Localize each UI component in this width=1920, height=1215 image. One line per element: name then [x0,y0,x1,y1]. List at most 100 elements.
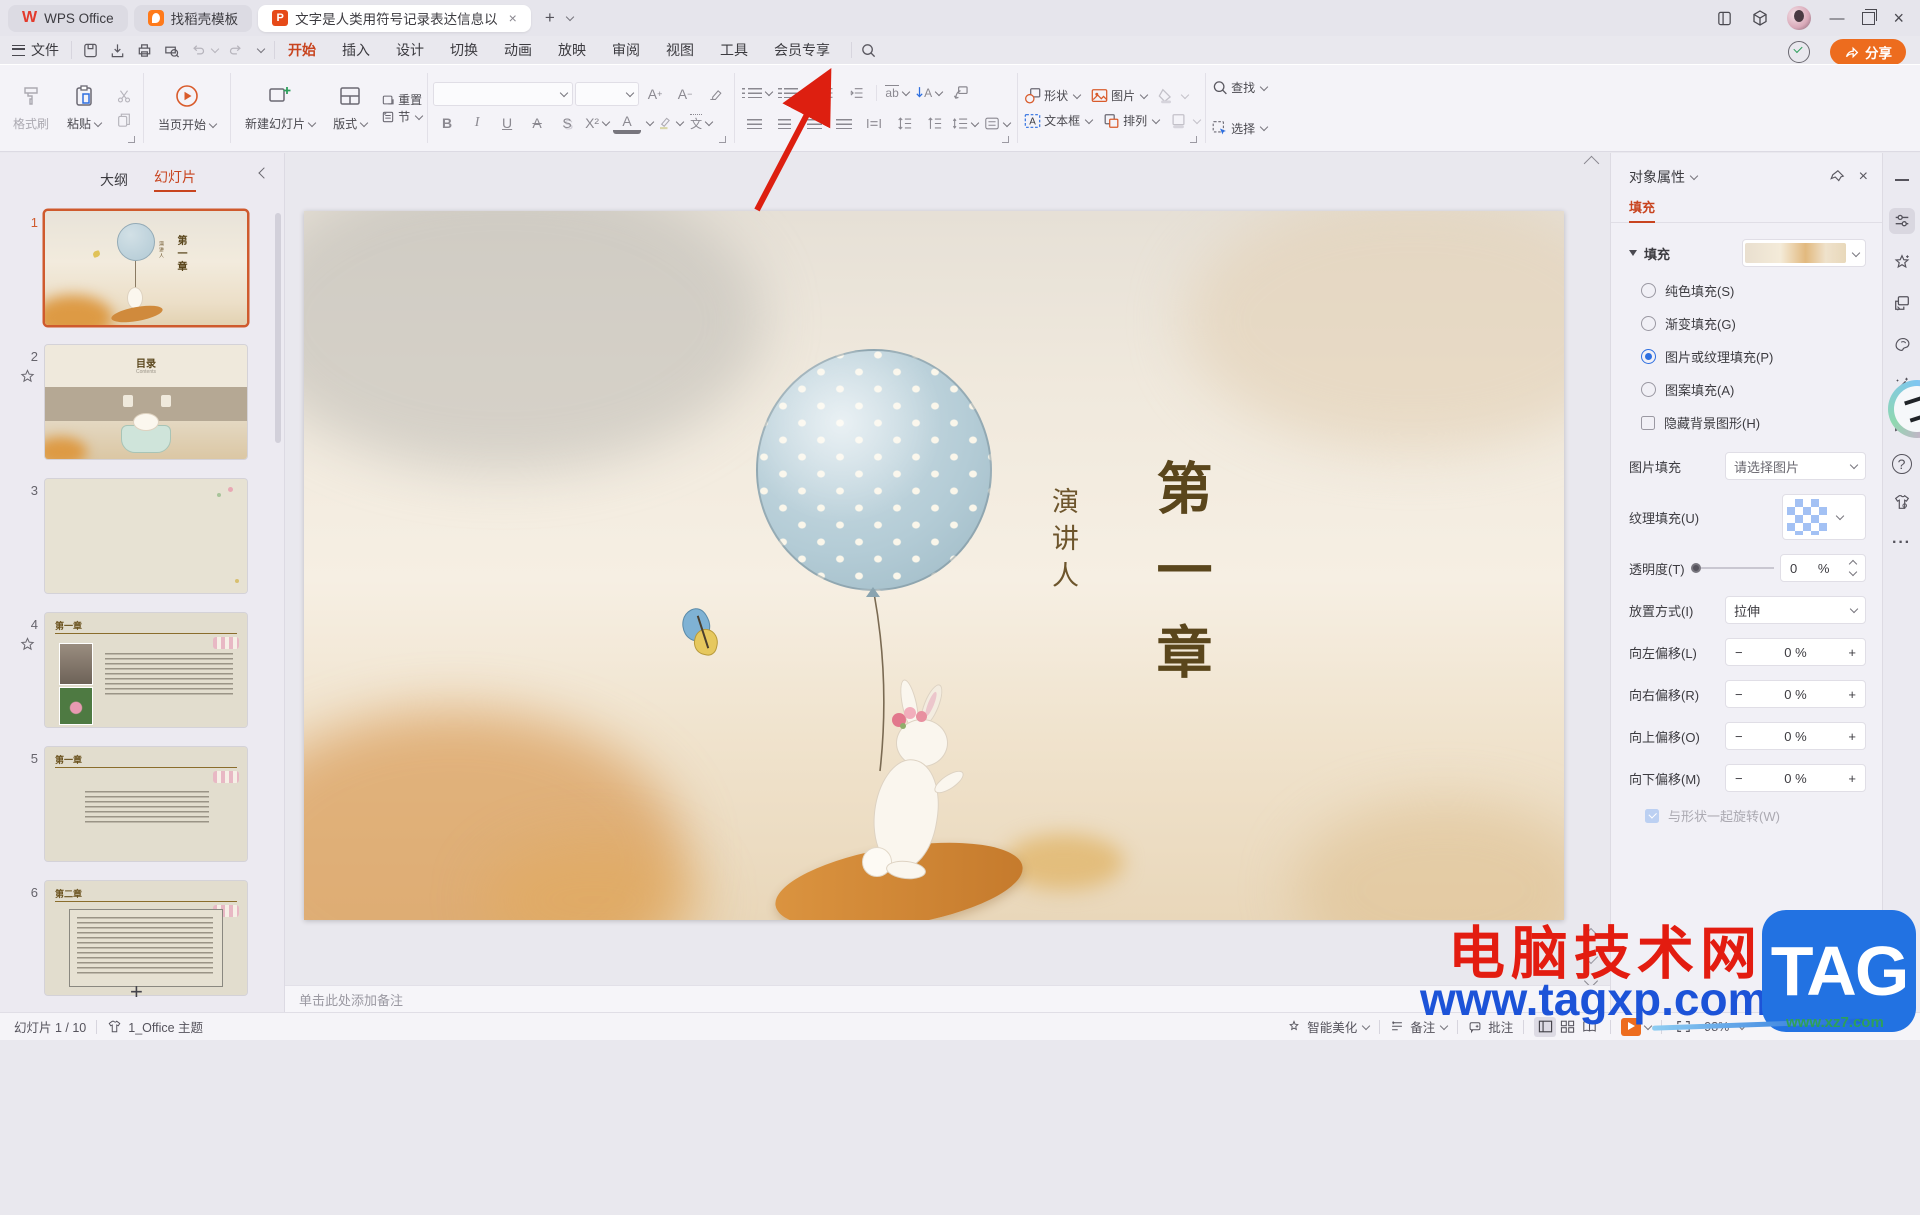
clear-format-button[interactable] [701,82,729,106]
menu-item-review[interactable]: 审阅 [599,40,653,60]
skin-settings-button[interactable] [1889,489,1915,515]
find-button[interactable]: 查找 [1211,79,1267,96]
paste-button[interactable]: 粘贴 [58,84,110,132]
new-slide-button[interactable]: 新建幻灯片 [236,84,324,132]
play-current-button[interactable]: 当页开始 [149,71,225,145]
slide-thumbnail-2[interactable]: 目录 Contents [45,345,247,459]
undo-icon[interactable] [190,42,206,58]
menu-item-slideshow[interactable]: 放映 [545,40,599,60]
pattern-fill-option[interactable]: 图案填充(A) [1641,380,1866,399]
align-left-button[interactable] [740,112,768,136]
minus-icon[interactable]: − [1735,687,1743,702]
menu-item-member[interactable]: 会员专享 [761,40,843,60]
new-tab-button[interactable]: + [537,8,563,28]
undo-chevron-icon[interactable] [211,45,219,53]
theme-name[interactable]: 1_Office 主题 [128,1017,203,1036]
placement-select[interactable]: 拉伸 [1725,596,1866,624]
design-tools-button[interactable] [1889,331,1915,357]
tab-document[interactable]: P 文字是人类用符号记录表达信息以 × [258,5,531,32]
paragraph-settings-button[interactable] [982,112,1012,136]
arrange-button[interactable]: 排列 [1102,112,1159,130]
solid-fill-option[interactable]: 纯色填充(S) [1641,281,1866,300]
menu-item-insert[interactable]: 插入 [329,40,383,60]
copy-button[interactable] [110,108,138,132]
redo-chevron-icon[interactable] [257,45,265,53]
slide-thumbnail-1[interactable]: 第一章 演讲人 [45,211,247,325]
fill-section-triangle-icon[interactable] [1629,250,1637,256]
texture-dropdown[interactable] [1782,494,1866,540]
fill-preview-dropdown[interactable] [1742,239,1866,267]
minus-icon[interactable]: − [1735,645,1743,660]
help-icon[interactable]: ? [1892,454,1912,474]
font-color-chevron-icon[interactable] [646,117,654,125]
plus-icon[interactable]: + [1848,729,1856,744]
print-icon[interactable] [136,42,153,59]
convert-smartart-button[interactable] [946,81,974,105]
transparency-spinner[interactable]: 0 % [1780,554,1866,582]
cloud-sync-icon[interactable] [1788,41,1810,63]
slide-canvas[interactable]: 演讲人 第一章 [304,211,1564,920]
decrease-indent-button[interactable] [812,81,840,105]
justify-button[interactable] [830,112,858,136]
user-avatar[interactable] [1787,6,1811,30]
font-color-button[interactable]: A [613,112,641,134]
menu-item-transition[interactable]: 切换 [437,40,491,60]
font-size-combo[interactable] [575,82,639,106]
effects-button[interactable] [1889,249,1915,275]
close-window-icon[interactable]: × [1893,8,1904,29]
export-icon[interactable] [109,42,126,59]
tab-wps-office[interactable]: W WPS Office [8,5,128,32]
format-painter-button[interactable]: 格式刷 [4,84,58,132]
textbox-button[interactable]: A文本框 [1023,112,1092,130]
slider-thumb[interactable] [1691,563,1701,573]
notes-bar[interactable]: 单击此处添加备注 [285,985,1611,1013]
increase-indent-button[interactable] [842,81,870,105]
font-name-combo[interactable] [433,82,573,106]
picture-fill-option[interactable]: 图片或纹理填充(P) [1641,347,1866,366]
tab-list-chevron-icon[interactable] [566,13,574,21]
add-slide-button[interactable]: + [130,979,143,1005]
minus-icon[interactable]: − [1735,771,1743,786]
search-icon[interactable] [860,42,877,59]
picture-button[interactable]: 图片 [1090,87,1147,105]
plus-icon[interactable]: + [1848,645,1856,660]
pinyin-button[interactable]: 文 [687,111,715,135]
distribute-button[interactable] [860,112,888,136]
spin-down-icon[interactable] [1849,568,1857,576]
save-icon[interactable] [82,42,99,59]
slide-thumbnail-5[interactable]: 第一章 [45,747,247,861]
minus-icon[interactable]: − [1735,729,1743,744]
section-button[interactable]: 节 [380,108,422,125]
collapse-panel-button[interactable] [1889,167,1915,193]
animation-pane-button[interactable] [1889,290,1915,316]
text-direction-button[interactable]: A [913,81,944,105]
line-spacing-up-button[interactable] [890,112,918,136]
fill-color-button[interactable] [1157,87,1188,105]
smart-beautify-button[interactable]: 智能美化 [1287,1017,1369,1036]
panel-title-chevron-icon[interactable] [1690,172,1698,180]
offset-up-stepper[interactable]: − 0 % + [1725,722,1866,750]
slide-thumbnail-4[interactable]: 第一章 [45,613,247,727]
font-dialog-launcher[interactable] [719,136,726,143]
sidebar-scrollbar[interactable] [275,213,281,443]
cube-mode-icon[interactable] [1751,9,1769,27]
minimize-window-icon[interactable]: — [1829,10,1844,27]
underline-button[interactable]: U [493,111,521,135]
slider-track[interactable] [1701,567,1774,569]
paragraph-dialog-launcher[interactable] [1002,136,1009,143]
mobile-view-icon[interactable] [1716,10,1733,27]
menu-item-home[interactable]: 开始 [275,40,329,60]
more-tools-icon[interactable]: ··· [1889,530,1915,556]
slide-chapter-text[interactable]: 第一章 [1140,459,1221,705]
panel-close-icon[interactable]: × [1859,168,1868,186]
shapes-button[interactable]: 形状 [1023,87,1080,105]
line-spacing-button[interactable] [950,112,980,136]
italic-button[interactable]: I [463,111,491,135]
slide-thumbnail-3[interactable] [45,479,247,593]
restore-window-icon[interactable] [1862,12,1875,25]
plus-icon[interactable]: + [1848,687,1856,702]
share-button[interactable]: 分享 [1830,39,1906,65]
cut-button[interactable] [110,84,138,108]
file-menu-button[interactable]: 文件 [0,40,71,60]
pin-icon[interactable] [1829,169,1845,185]
